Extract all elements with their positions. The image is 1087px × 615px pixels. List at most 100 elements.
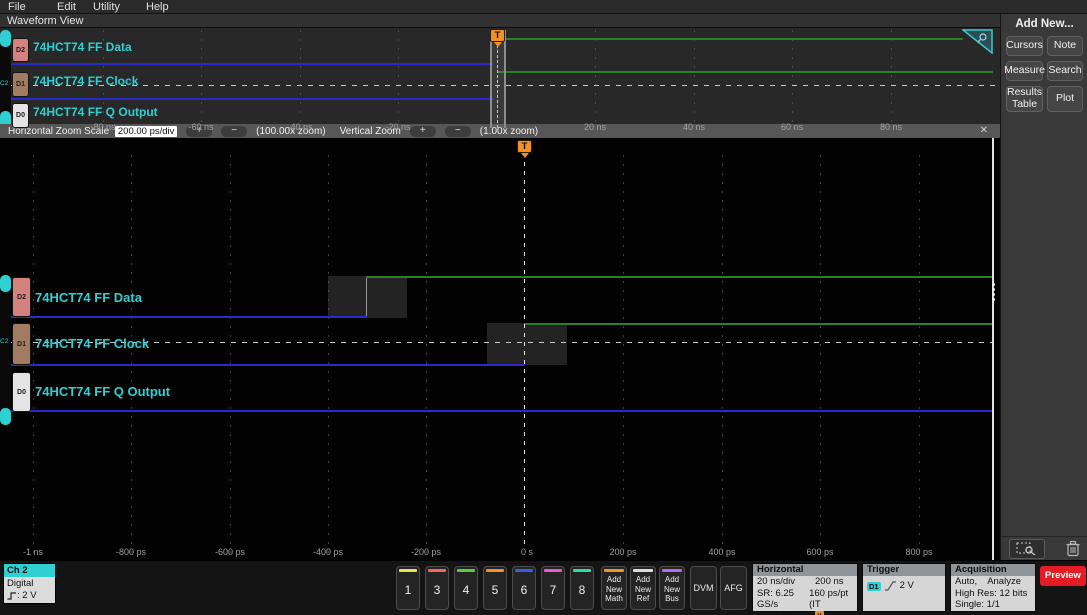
gridline	[694, 30, 695, 136]
channel-badge-d0[interactable]: D0	[12, 372, 31, 412]
bus-color-stripe	[662, 569, 682, 572]
box-zoom-button[interactable]	[1009, 538, 1045, 559]
close-zoom-icon[interactable]: ✕	[980, 125, 988, 136]
add-results-table-button[interactable]: Results Table	[1006, 86, 1043, 112]
channel-color-stripe	[544, 569, 562, 572]
view-tab-bar: Waveform View	[0, 14, 1000, 28]
add-note-button[interactable]: Note	[1047, 36, 1083, 56]
v-zoom-in-button[interactable]: +	[409, 125, 436, 137]
overview-waveform-area[interactable]: C2 D2 D1 D0 74HCT74 FF Data 74HCT74 FF C…	[0, 28, 1000, 138]
channel-label-d1: 74HCT74 FF Clock	[33, 74, 139, 88]
menu-edit[interactable]: Edit	[57, 1, 76, 13]
h-zoom-out-button[interactable]: −	[221, 125, 248, 137]
afg-button[interactable]: AFG	[720, 566, 747, 610]
trigger-position-line	[524, 153, 525, 545]
d1-clock-low-trace	[0, 98, 493, 100]
add-search-button[interactable]: Search	[1047, 61, 1083, 81]
scrollbar-drag-handle[interactable]	[989, 281, 997, 303]
h-resolution: 160 ps/pt (IT	[809, 587, 849, 611]
channel-badge-d0[interactable]: D0	[12, 103, 29, 128]
channel-label-d0: 74HCT74 FF Q Output	[33, 105, 158, 119]
channel-8-button[interactable]: 8	[570, 566, 594, 610]
add-plot-button[interactable]: Plot	[1047, 86, 1083, 112]
group-handle-top[interactable]	[0, 30, 11, 47]
acquisition-title: Acquisition	[951, 564, 1035, 576]
trigger-level: 2 V	[899, 580, 914, 592]
badge-text: D2	[17, 293, 26, 301]
add-new-math-button[interactable]: Add New Math	[601, 566, 627, 610]
axis-tick: 40 ns	[682, 122, 706, 132]
dvm-button[interactable]: DVM	[690, 566, 717, 610]
trigger-flag-zoom[interactable]: T	[517, 140, 532, 158]
d1-transition-uncertainty-box	[487, 323, 567, 365]
add-new-title: Add New...	[1015, 18, 1074, 30]
axis-tick: -800 ps	[115, 547, 147, 557]
add-ref-label: Add New Ref	[634, 575, 651, 603]
menu-file[interactable]: File	[8, 1, 26, 13]
channel-badge-d1[interactable]: D1	[12, 72, 29, 97]
gridline	[792, 30, 793, 136]
acquisition-settings-panel[interactable]: Acquisition Auto, Analyze High Res: 12 bi…	[950, 563, 1036, 612]
h-record-length: RL: 1.25 kpts	[757, 611, 815, 615]
h-duration: 200 ns	[815, 576, 844, 587]
channel-group-handle[interactable]	[0, 275, 11, 425]
gridline	[230, 155, 231, 555]
trigger-settings-panel[interactable]: Trigger D1 2 V	[862, 563, 946, 612]
d0-q-low-trace	[0, 410, 993, 412]
channel-label-d0: 74HCT74 FF Q Output	[35, 384, 171, 399]
add-new-ref-button[interactable]: Add New Ref	[630, 566, 656, 610]
channel-3-button[interactable]: 3	[425, 566, 449, 610]
menu-utility[interactable]: Utility	[93, 1, 120, 13]
menu-help[interactable]: Help	[146, 1, 169, 13]
waveform-scrollbar[interactable]	[992, 138, 994, 560]
trigger-title: Trigger	[863, 564, 945, 576]
horizontal-settings-panel[interactable]: Horizontal 20 ns/div 200 ns SR: 6.25 GS/s…	[752, 563, 858, 615]
v-zoom-out-button[interactable]: −	[444, 125, 471, 137]
ref-color-stripe	[633, 569, 653, 572]
channel-group-handle[interactable]	[0, 30, 11, 128]
add-measure-button[interactable]: Measure	[1004, 61, 1045, 81]
axis-tick: -1 ns	[22, 547, 44, 557]
channel-4-button[interactable]: 4	[454, 566, 478, 610]
add-new-bus-button[interactable]: Add New Bus	[659, 566, 685, 610]
gridline	[595, 30, 596, 136]
menu-bar: File Edit Utility Help	[0, 0, 1087, 14]
horizontal-scale-input[interactable]: 200.00 ps/div	[115, 125, 178, 137]
axis-tick: -40 ns	[287, 122, 313, 132]
channel-1-button[interactable]: 1	[396, 566, 420, 610]
axis-tick: 800 ps	[905, 547, 933, 557]
gridline	[131, 155, 132, 555]
group-handle-top[interactable]	[0, 275, 11, 292]
group-handle-bottom[interactable]	[0, 408, 11, 425]
h-sample-rate: SR: 6.25 GS/s	[757, 587, 794, 611]
box-zoom-icon	[1016, 542, 1036, 556]
acq-analyze: Analyze	[987, 576, 1021, 587]
channel-badge-d2[interactable]: D2	[12, 277, 31, 317]
channel-number: 4	[462, 583, 470, 597]
channel2-badge[interactable]: Ch 2 Digital : 2 V	[3, 563, 56, 604]
channel-number: 3	[433, 583, 441, 597]
gridline	[426, 155, 427, 555]
axis-tick: -60 ns	[188, 122, 214, 132]
trash-icon[interactable]	[1065, 540, 1081, 557]
add-cursors-button[interactable]: Cursors	[1006, 36, 1043, 56]
channel-color-stripe	[486, 569, 504, 572]
channel-5-button[interactable]: 5	[483, 566, 507, 610]
channel-6-button[interactable]: 6	[512, 566, 536, 610]
zoom-overview-handle-icon[interactable]	[962, 29, 993, 54]
channel-7-button[interactable]: 7	[541, 566, 565, 610]
preview-button[interactable]: Preview	[1040, 566, 1086, 586]
gridline	[201, 30, 202, 136]
gridline	[328, 155, 329, 555]
channel-badge-d2[interactable]: D2	[12, 38, 29, 62]
settings-bar: Ch 2 Digital : 2 V 1 3 4 5 6 7 8 Add New…	[0, 560, 1087, 615]
d1-clock-high-trace	[524, 323, 993, 325]
zoomed-waveform-area[interactable]: C2 D2 D1 D0 74HCT74 FF Data 74HCT74 FF C…	[0, 138, 1000, 560]
gridline	[919, 155, 920, 555]
channel-badge-d1[interactable]: D1	[12, 323, 31, 365]
trigger-flag-overview[interactable]: T	[490, 29, 505, 47]
badge-text: D1	[17, 340, 26, 348]
channel-number: 8	[578, 583, 586, 597]
tab-waveform-view[interactable]: Waveform View	[7, 15, 83, 27]
channel-number: 6	[520, 583, 528, 597]
